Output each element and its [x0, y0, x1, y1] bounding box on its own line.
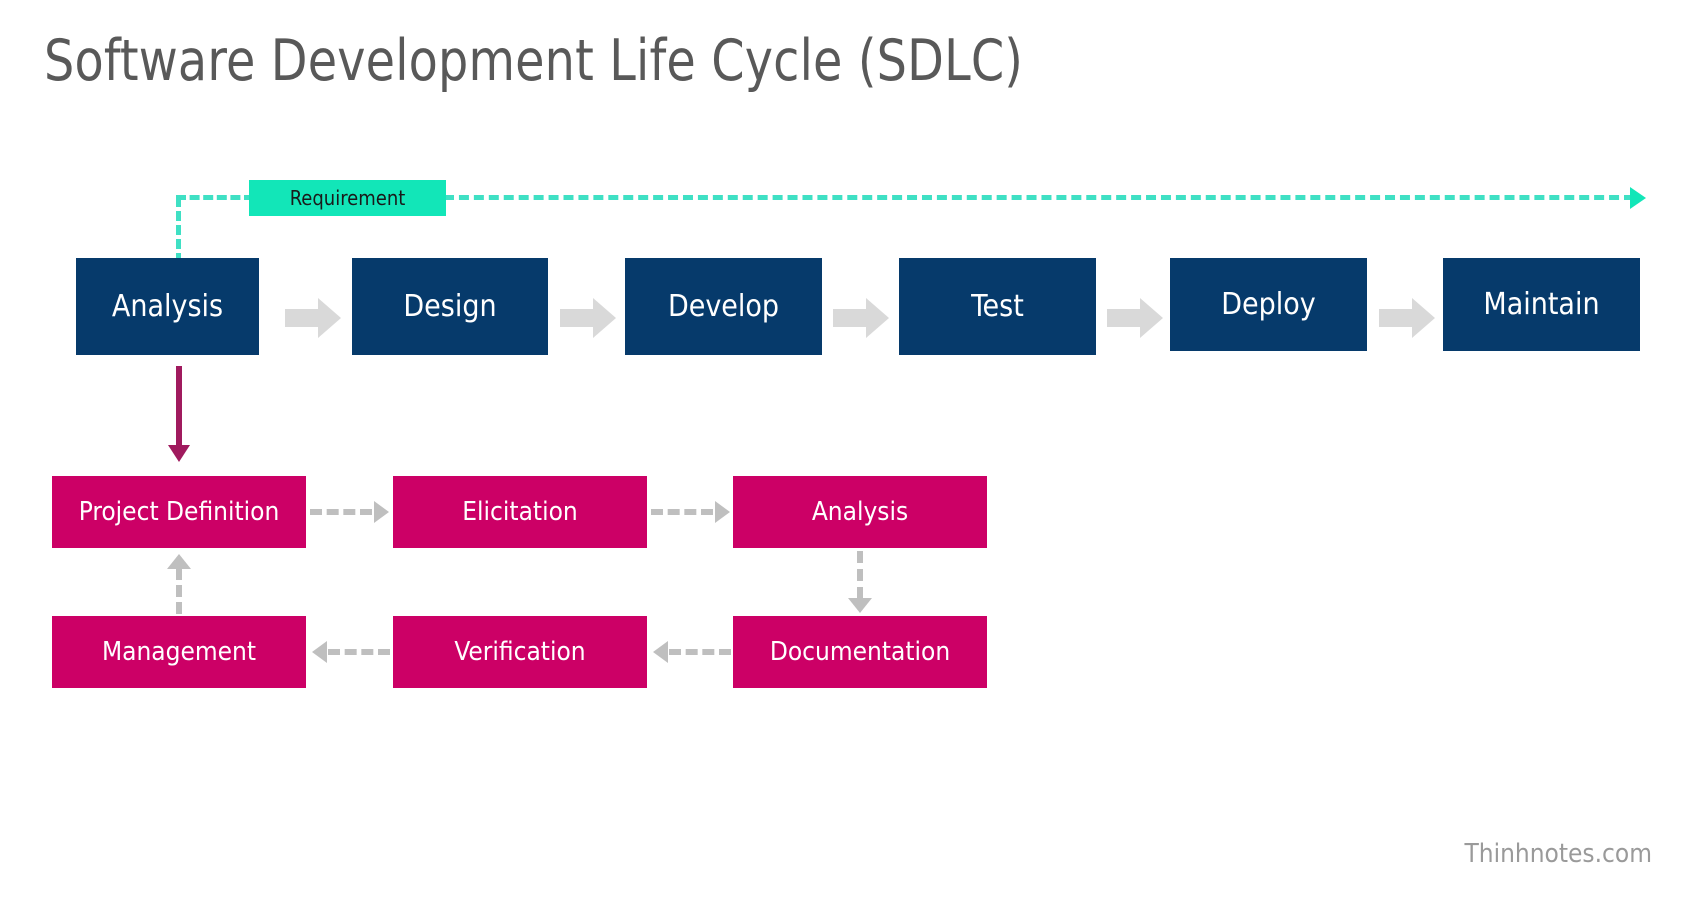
sdlc-slide: Software Development Life Cycle (SDLC) R…	[0, 0, 1696, 907]
phase-arrow-analysis-to-design	[285, 298, 341, 338]
analysis-to-project-definition-arrowhead-icon	[168, 445, 190, 462]
flow-elicitation-to-analysis-arrowhead-icon	[715, 501, 730, 523]
requirement-label-documentation: Documentation	[769, 637, 951, 667]
requirement-label-tag: Requirement	[249, 180, 446, 216]
requirement-label-text: Requirement	[289, 186, 406, 210]
phase-arrow-test-to-deploy	[1107, 298, 1163, 338]
requirement-box-verification[interactable]: Verification	[393, 616, 647, 688]
page-title: Software Development Life Cycle (SDLC)	[44, 28, 1024, 94]
phase-arrow-develop-to-test	[833, 298, 889, 338]
feedback-loop-left-segment	[176, 195, 254, 200]
requirement-label-analysis: Analysis	[811, 497, 909, 527]
requirement-box-project-definition[interactable]: Project Definition	[52, 476, 306, 548]
phase-box-design[interactable]: Design	[352, 258, 548, 355]
flow-verification-to-management-arrowhead-icon	[312, 641, 327, 663]
phase-arrow-deploy-to-maintain	[1379, 298, 1435, 338]
flow-management-to-project-definition	[176, 568, 182, 614]
flow-documentation-to-verification	[669, 649, 731, 655]
phase-box-develop[interactable]: Develop	[625, 258, 822, 355]
phase-box-test[interactable]: Test	[899, 258, 1096, 355]
feedback-loop-arrowhead-icon	[1630, 187, 1646, 209]
phase-label-design: Design	[403, 289, 497, 324]
phase-box-analysis[interactable]: Analysis	[76, 258, 259, 355]
phase-label-analysis: Analysis	[111, 289, 224, 324]
watermark: Thinhnotes.com	[1464, 839, 1652, 869]
analysis-to-project-definition-connector	[176, 366, 182, 449]
phase-box-maintain[interactable]: Maintain	[1443, 258, 1640, 351]
flow-management-to-project-definition-arrowhead-icon	[167, 554, 191, 569]
requirement-box-analysis[interactable]: Analysis	[733, 476, 987, 548]
feedback-loop-vertical-segment	[176, 197, 181, 263]
flow-analysis-to-documentation	[857, 551, 863, 599]
phase-label-develop: Develop	[667, 289, 780, 324]
requirement-box-management[interactable]: Management	[52, 616, 306, 688]
phase-arrow-design-to-develop	[560, 298, 616, 338]
flow-documentation-to-verification-arrowhead-icon	[653, 641, 668, 663]
feedback-loop-right-segment	[444, 195, 1634, 200]
flow-verification-to-management	[328, 649, 390, 655]
flow-project-definition-to-elicitation	[310, 509, 372, 515]
requirement-label-management: Management	[101, 637, 257, 667]
flow-analysis-to-documentation-arrowhead-icon	[848, 598, 872, 613]
phase-box-deploy[interactable]: Deploy	[1170, 258, 1367, 351]
flow-elicitation-to-analysis	[651, 509, 713, 515]
requirement-label-elicitation: Elicitation	[462, 497, 578, 527]
flow-project-definition-to-elicitation-arrowhead-icon	[374, 501, 389, 523]
requirement-label-project-definition: Project Definition	[78, 497, 280, 527]
requirement-label-verification: Verification	[454, 637, 586, 667]
requirement-box-elicitation[interactable]: Elicitation	[393, 476, 647, 548]
phase-label-test: Test	[971, 289, 1024, 324]
phase-label-deploy: Deploy	[1221, 287, 1316, 322]
requirement-box-documentation[interactable]: Documentation	[733, 616, 987, 688]
phase-label-maintain: Maintain	[1483, 287, 1600, 322]
